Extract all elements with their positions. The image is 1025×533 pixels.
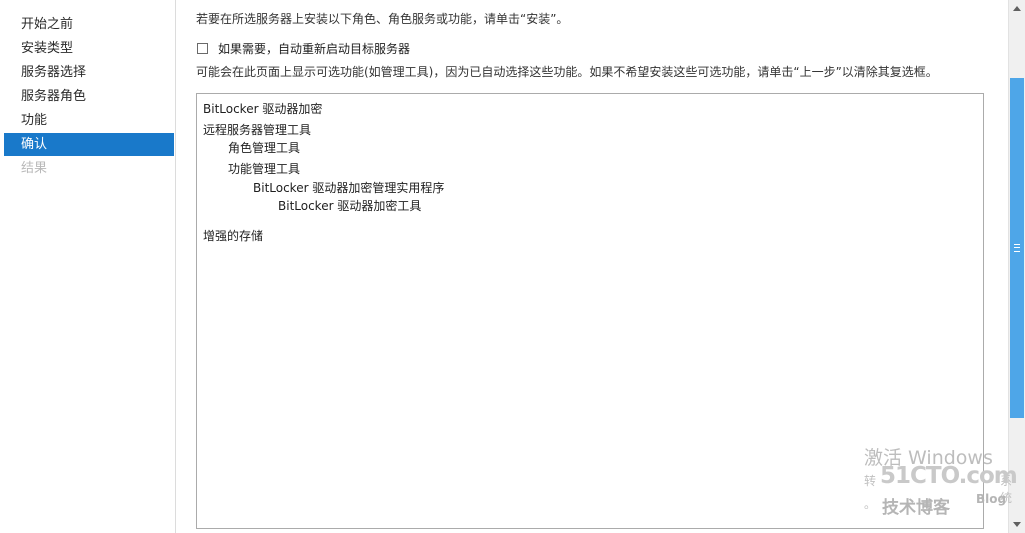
scroll-up-button[interactable] — [1009, 0, 1025, 17]
list-item-enhanced-storage: 增强的存储 — [203, 229, 264, 243]
watermark-fragment: 转 — [864, 474, 877, 488]
step-confirmation[interactable]: 确认 — [4, 133, 174, 156]
list-item-feature-admin-tools: 功能管理工具 — [228, 162, 301, 176]
list-item-rsat: 远程服务器管理工具 — [203, 123, 312, 137]
list-item-bitlocker: BitLocker 驱动器加密 — [203, 102, 323, 116]
grip-icon — [1014, 244, 1020, 252]
step-server-selection[interactable]: 服务器选择 — [4, 61, 174, 84]
intro-text: 若要在所选服务器上安装以下角色、角色服务或功能，请单击“安装”。 — [196, 12, 569, 26]
scroll-thumb[interactable] — [1010, 78, 1024, 418]
restart-checkbox-label[interactable]: 如果需要，自动重新启动目标服务器 — [218, 40, 410, 57]
restart-checkbox[interactable] — [197, 43, 208, 54]
site-logo-text: 51CTO.com — [880, 463, 1018, 489]
watermark-dot: 。 — [864, 497, 877, 511]
wizard-steps-sidebar: 开始之前 安装类型 服务器选择 服务器角色 功能 确认 结果 — [0, 0, 176, 533]
step-results: 结果 — [21, 161, 48, 176]
step-before-you-begin[interactable]: 开始之前 — [4, 13, 174, 36]
step-server-roles[interactable]: 服务器角色 — [4, 85, 174, 108]
chevron-up-icon — [1013, 6, 1021, 11]
watermark-subtitle: 技术博客 — [882, 498, 950, 518]
list-item-bitlocker-utilities: BitLocker 驱动器加密管理实用程序 — [253, 181, 445, 195]
chevron-down-icon — [1013, 522, 1021, 527]
list-item-bitlocker-tools: BitLocker 驱动器加密工具 — [278, 199, 422, 213]
list-item-role-admin-tools: 角色管理工具 — [228, 141, 301, 155]
step-installation-type[interactable]: 安装类型 — [4, 37, 174, 60]
optional-features-hint: 可能会在此页面上显示可选功能(如管理工具)，因为已自动选择这些功能。如果不希望安… — [196, 65, 938, 79]
watermark-overlay: 激活 Windows 转 系统 51CTO.com 。 技术博客 Blog — [864, 443, 1018, 533]
step-features[interactable]: 功能 — [4, 109, 174, 132]
restart-checkbox-row[interactable]: 如果需要，自动重新启动目标服务器 — [197, 40, 410, 57]
watermark-blog: Blog — [976, 492, 1007, 506]
